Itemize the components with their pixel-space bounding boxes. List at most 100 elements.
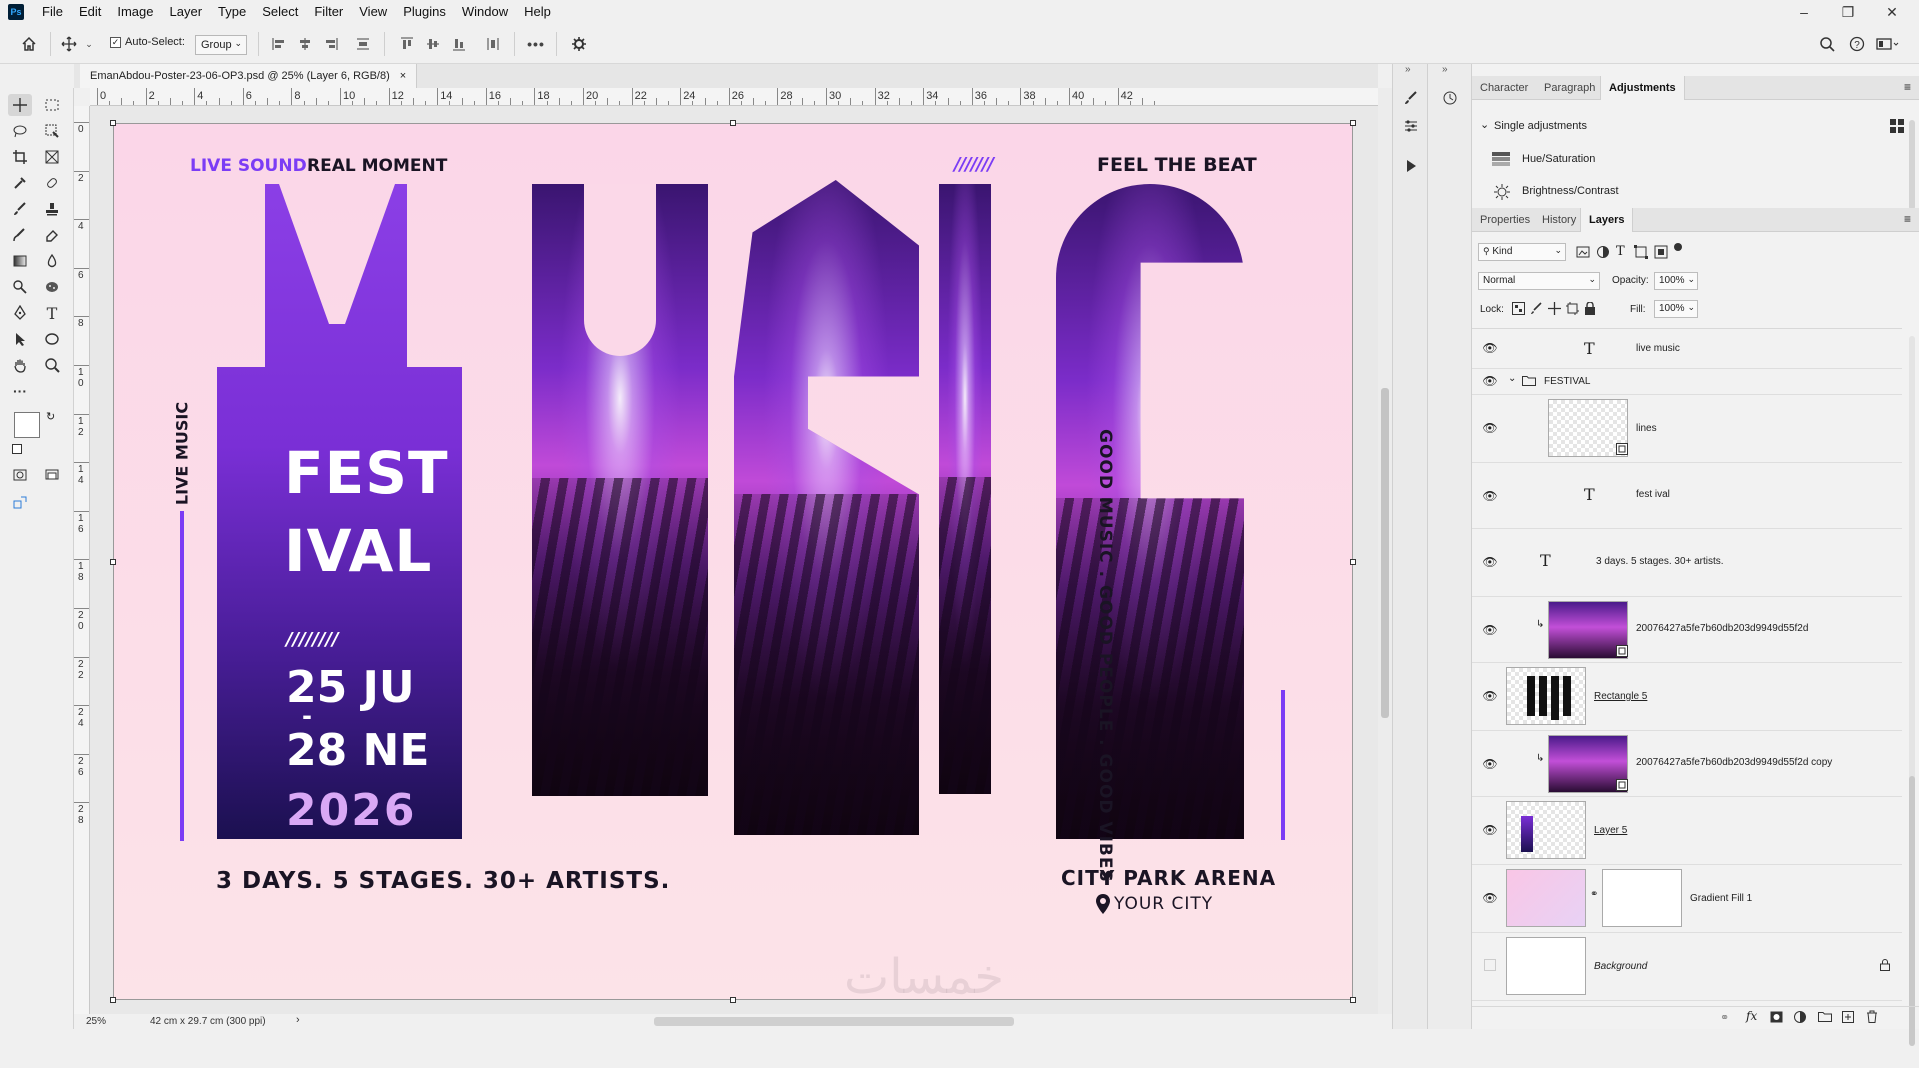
auto-select-target-dropdown[interactable]: Group ⌄ bbox=[195, 35, 247, 55]
layer-name[interactable]: Layer 5 bbox=[1594, 825, 1627, 836]
layer-name[interactable]: Background bbox=[1594, 961, 1647, 972]
filter-type-icon[interactable]: T bbox=[1616, 244, 1625, 259]
menu-type[interactable]: Type bbox=[210, 0, 254, 24]
minimize-button[interactable]: – bbox=[1782, 0, 1826, 24]
layer-name[interactable]: 20076427a5fe7b60db203d9949d55f2d copy bbox=[1636, 757, 1832, 768]
move-tool-icon[interactable] bbox=[58, 34, 80, 54]
lock-artboard-icon[interactable] bbox=[1566, 302, 1579, 318]
panel-menu-icon[interactable]: ≡ bbox=[1904, 212, 1911, 226]
adjustments-scrollbar[interactable] bbox=[1909, 120, 1915, 210]
close-tab-icon[interactable]: × bbox=[400, 64, 406, 88]
menu-view[interactable]: View bbox=[351, 0, 395, 24]
adjustment-brightness-contrast[interactable]: Brightness/Contrast bbox=[1522, 185, 1619, 197]
eraser-tool[interactable] bbox=[40, 224, 64, 246]
layer-row[interactable]: 👁 ↳ 20076427a5fe7b60db203d9949d55f2d cop… bbox=[1472, 731, 1902, 797]
eye-icon[interactable]: 👁 bbox=[1482, 689, 1498, 703]
tab-character[interactable]: Character bbox=[1472, 76, 1536, 100]
auto-select-toggle[interactable]: ✓ Auto-Select: bbox=[110, 36, 185, 48]
edit-toolbar-icon[interactable]: ··· bbox=[8, 380, 32, 402]
search-icon[interactable] bbox=[1816, 34, 1838, 54]
scroll-thumb[interactable] bbox=[1381, 388, 1389, 718]
layer-row[interactable]: 👁 Rectangle 5 bbox=[1472, 663, 1902, 731]
adjustment-presets-icon[interactable] bbox=[1401, 116, 1421, 136]
menu-help[interactable]: Help bbox=[516, 0, 559, 24]
transform-handle[interactable] bbox=[110, 997, 116, 1003]
move-tool[interactable] bbox=[8, 94, 32, 116]
single-adjustments-heading[interactable]: Single adjustments bbox=[1494, 120, 1587, 132]
transform-handle[interactable] bbox=[1350, 120, 1356, 126]
filter-adjustment-icon[interactable] bbox=[1596, 245, 1610, 262]
delete-layer-icon[interactable] bbox=[1866, 1010, 1878, 1026]
visibility-toggle[interactable] bbox=[1484, 959, 1496, 971]
tab-adjustments[interactable]: Adjustments bbox=[1600, 76, 1685, 100]
menu-layer[interactable]: Layer bbox=[162, 0, 211, 24]
more-options-button[interactable]: ••• bbox=[524, 34, 548, 54]
document-info[interactable]: 42 cm x 29.7 cm (300 ppi) bbox=[150, 1016, 266, 1027]
layer-row[interactable]: 👁 T fest ival bbox=[1472, 463, 1902, 529]
filter-toggle-icon[interactable] bbox=[1674, 243, 1682, 251]
eye-icon[interactable]: 👁 bbox=[1482, 341, 1498, 355]
object-selection-tool[interactable] bbox=[40, 120, 64, 142]
transform-handle[interactable] bbox=[110, 120, 116, 126]
layer-name[interactable]: live music bbox=[1636, 343, 1680, 354]
blend-mode-select[interactable]: Normal ⌄ bbox=[1478, 272, 1600, 290]
default-colors-icon[interactable] bbox=[12, 444, 22, 454]
horizontal-scroll-thumb[interactable] bbox=[654, 1017, 1014, 1026]
eye-icon[interactable]: 👁 bbox=[1482, 489, 1498, 503]
lock-position-icon[interactable] bbox=[1548, 302, 1561, 318]
layer-name[interactable]: FESTIVAL bbox=[1544, 376, 1591, 387]
lock-transparent-icon[interactable] bbox=[1512, 302, 1525, 318]
blur-tool[interactable] bbox=[40, 250, 64, 272]
brush-tool[interactable] bbox=[8, 198, 32, 220]
layer-name[interactable]: Gradient Fill 1 bbox=[1690, 893, 1752, 904]
transform-handle[interactable] bbox=[1350, 997, 1356, 1003]
add-mask-icon[interactable] bbox=[1770, 1011, 1783, 1026]
hand-tool[interactable] bbox=[8, 354, 32, 376]
align-right-edges-icon[interactable] bbox=[320, 34, 342, 54]
eye-icon[interactable]: 👁 bbox=[1482, 421, 1498, 435]
tab-properties[interactable]: Properties bbox=[1472, 208, 1538, 232]
gradient-tool[interactable] bbox=[8, 250, 32, 272]
layer-name[interactable]: Rectangle 5 bbox=[1594, 691, 1647, 702]
poster-canvas[interactable]: LIVE SOUND. REAL MOMENT /////// FEEL THE… bbox=[113, 123, 1353, 1000]
frame-tool[interactable] bbox=[40, 146, 64, 168]
layer-row[interactable]: 👁 ⚭ Gradient Fill 1 bbox=[1472, 865, 1902, 933]
distribute-vertical-icon[interactable] bbox=[352, 34, 374, 54]
grid-view-icon[interactable] bbox=[1890, 119, 1904, 136]
layer-row[interactable]: 👁 ↳ 20076427a5fe7b60db203d9949d55f2d bbox=[1472, 597, 1902, 663]
lasso-tool[interactable] bbox=[8, 120, 32, 142]
quick-mask-icon[interactable] bbox=[8, 464, 32, 486]
screen-mode-icon[interactable] bbox=[40, 464, 64, 486]
fill-input[interactable]: 100% ⌄ bbox=[1654, 300, 1698, 318]
layers-scrollbar[interactable] bbox=[1909, 336, 1915, 1046]
lock-image-pixels-icon[interactable] bbox=[1530, 302, 1543, 318]
foreground-color-swatch[interactable] bbox=[14, 412, 40, 438]
ellipse-tool[interactable] bbox=[40, 328, 64, 350]
auto-select-checkbox[interactable]: ✓ bbox=[110, 36, 121, 48]
dodge-tool[interactable] bbox=[8, 276, 32, 298]
vertical-scrollbar[interactable] bbox=[1378, 88, 1392, 1014]
layer-filter-kind[interactable]: ⚲ Kind ⌄ bbox=[1478, 243, 1566, 261]
pen-tool[interactable] bbox=[8, 302, 32, 324]
align-horizontal-centers-icon[interactable] bbox=[294, 34, 316, 54]
opacity-input[interactable]: 100% ⌄ bbox=[1654, 272, 1698, 290]
eye-icon[interactable]: 👁 bbox=[1482, 757, 1498, 771]
history-brush-tool[interactable] bbox=[8, 224, 32, 246]
expand-dock-icon[interactable]: » bbox=[1405, 64, 1411, 75]
status-menu-arrow[interactable]: › bbox=[296, 1014, 300, 1026]
transform-handle[interactable] bbox=[110, 559, 116, 565]
close-window-button[interactable]: ✕ bbox=[1870, 0, 1914, 24]
align-left-edges-icon[interactable] bbox=[268, 34, 290, 54]
menu-edit[interactable]: Edit bbox=[71, 0, 109, 24]
filter-shape-icon[interactable] bbox=[1634, 245, 1648, 262]
document-tab[interactable]: EmanAbdou-Poster-23-06-OP3.psd @ 25% (La… bbox=[80, 64, 418, 88]
menu-filter[interactable]: Filter bbox=[306, 0, 351, 24]
transform-handle[interactable] bbox=[730, 997, 736, 1003]
transform-handle[interactable] bbox=[1350, 559, 1356, 565]
workspace-switcher-icon[interactable] bbox=[1874, 34, 1902, 54]
new-layer-icon[interactable] bbox=[1842, 1011, 1854, 1026]
eye-icon[interactable]: 👁 bbox=[1482, 891, 1498, 905]
tab-layers[interactable]: Layers bbox=[1580, 208, 1634, 232]
new-group-icon[interactable] bbox=[1818, 1011, 1832, 1025]
eye-icon[interactable]: 👁 bbox=[1482, 623, 1498, 637]
